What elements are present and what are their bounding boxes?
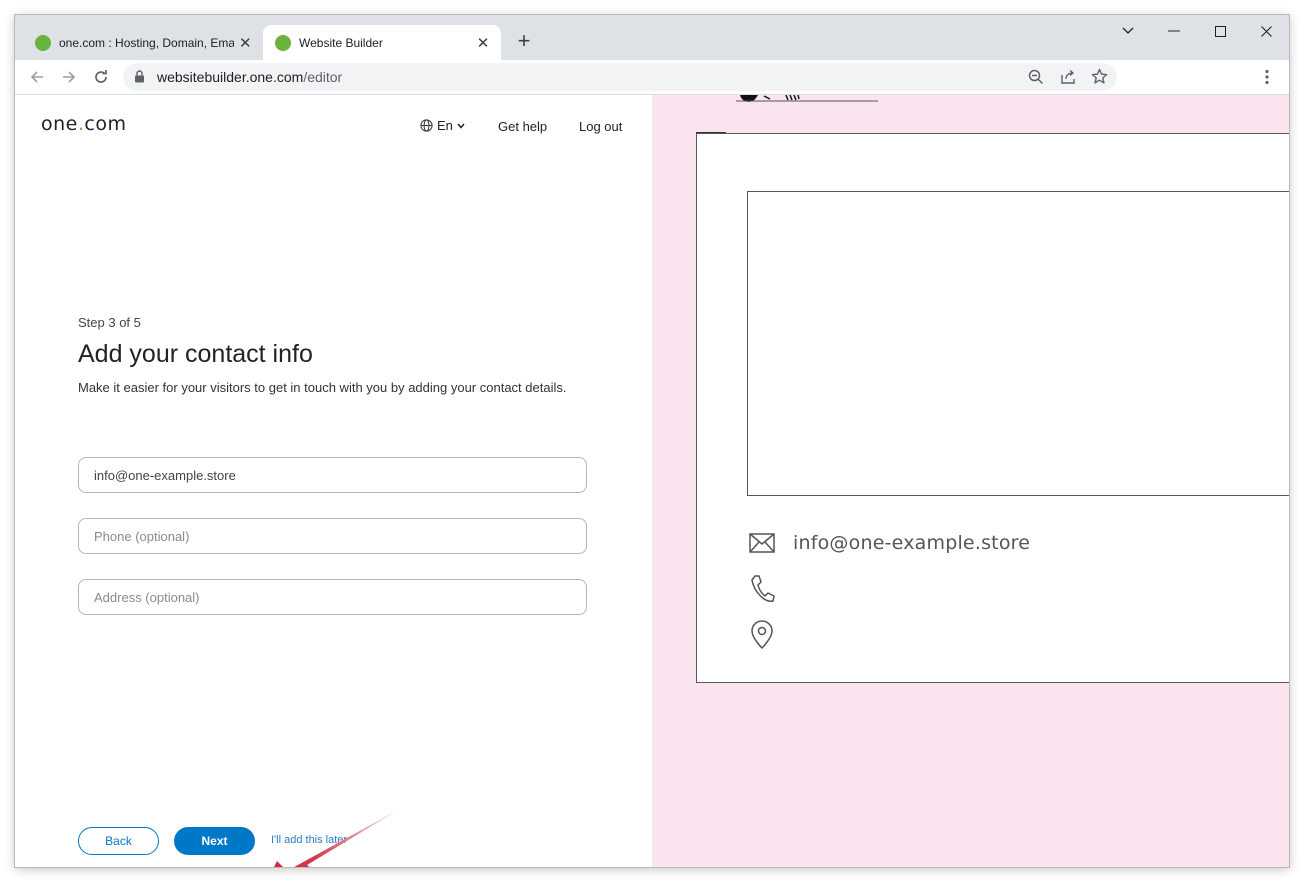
get-help-link[interactable]: Get help: [498, 119, 547, 134]
phone-field[interactable]: [78, 518, 587, 554]
browser-toolbar: websitebuilder.one.com/editor: [15, 60, 1289, 95]
favicon-icon: [275, 34, 291, 51]
map-placeholder: [747, 191, 1289, 496]
setup-panel: one.com En Get help Log out Step 3 of 5 …: [15, 95, 652, 867]
url-text: websitebuilder.one.com/editor: [157, 69, 342, 85]
tab-search-icon[interactable]: [1113, 21, 1143, 41]
step-indicator: Step 3 of 5: [78, 315, 141, 330]
website-preview: info@one-example.store: [652, 95, 1289, 867]
red-arrow-annotation: [274, 807, 403, 867]
tab-title: one.com : Hosting, Domain, Email: [59, 35, 234, 50]
bookmark-star-icon[interactable]: [1091, 68, 1108, 90]
address-bar[interactable]: websitebuilder.one.com/editor: [123, 63, 1117, 91]
lock-icon: [134, 70, 145, 88]
maximize-icon[interactable]: [1205, 21, 1235, 41]
next-button[interactable]: Next: [174, 827, 255, 855]
zoom-icon[interactable]: [1028, 69, 1044, 90]
page-content: one.com En Get help Log out Step 3 of 5 …: [15, 95, 1289, 867]
globe-icon: [420, 119, 433, 132]
log-out-link[interactable]: Log out: [579, 119, 622, 134]
tab-website-builder[interactable]: Website Builder ✕: [263, 25, 501, 60]
share-icon[interactable]: [1060, 69, 1076, 90]
one-com-logo[interactable]: one.com: [41, 113, 127, 135]
email-field[interactable]: [78, 457, 587, 493]
forward-arrow-icon[interactable]: [57, 65, 81, 89]
envelope-icon: [749, 533, 775, 553]
language-label: En: [437, 118, 453, 133]
minimize-icon[interactable]: [1159, 21, 1189, 41]
url-path: /editor: [303, 69, 343, 85]
logo-text-right: com: [84, 113, 127, 135]
form-description: Make it easier for your visitors to get …: [78, 380, 567, 395]
contact-section: info@one-example.store: [696, 133, 1289, 683]
header-image-fragment: [736, 95, 878, 102]
tab-title: Website Builder: [299, 35, 383, 50]
page-title: Add your contact info: [78, 340, 313, 368]
close-tab-icon[interactable]: ✕: [238, 35, 253, 52]
back-button[interactable]: Back: [78, 827, 159, 855]
preview-address-row: [749, 620, 775, 650]
language-selector[interactable]: En: [420, 118, 465, 133]
preview-email-row: info@one-example.store: [749, 532, 1030, 554]
tab-strip: one.com : Hosting, Domain, Email ✕ Websi…: [15, 15, 1289, 60]
favicon-icon: [35, 34, 51, 51]
address-field[interactable]: [78, 579, 587, 615]
reload-icon[interactable]: [89, 65, 113, 89]
preview-phone-row: [749, 574, 775, 604]
logo-text-left: one: [41, 113, 78, 135]
close-window-icon[interactable]: [1251, 21, 1281, 41]
new-tab-icon[interactable]: +: [513, 28, 535, 53]
phone-icon: [749, 574, 775, 604]
location-pin-icon: [749, 620, 775, 650]
close-tab-icon[interactable]: ✕: [475, 35, 491, 52]
browser-window: one.com : Hosting, Domain, Email ✕ Websi…: [15, 15, 1289, 867]
tab-one-com[interactable]: one.com : Hosting, Domain, Email ✕: [23, 25, 263, 60]
back-arrow-icon[interactable]: [25, 65, 49, 89]
preview-email: info@one-example.store: [793, 532, 1031, 554]
menu-dots-icon[interactable]: [1255, 65, 1279, 89]
chevron-down-icon: [457, 123, 465, 129]
url-host: websitebuilder.one.com: [157, 69, 304, 85]
